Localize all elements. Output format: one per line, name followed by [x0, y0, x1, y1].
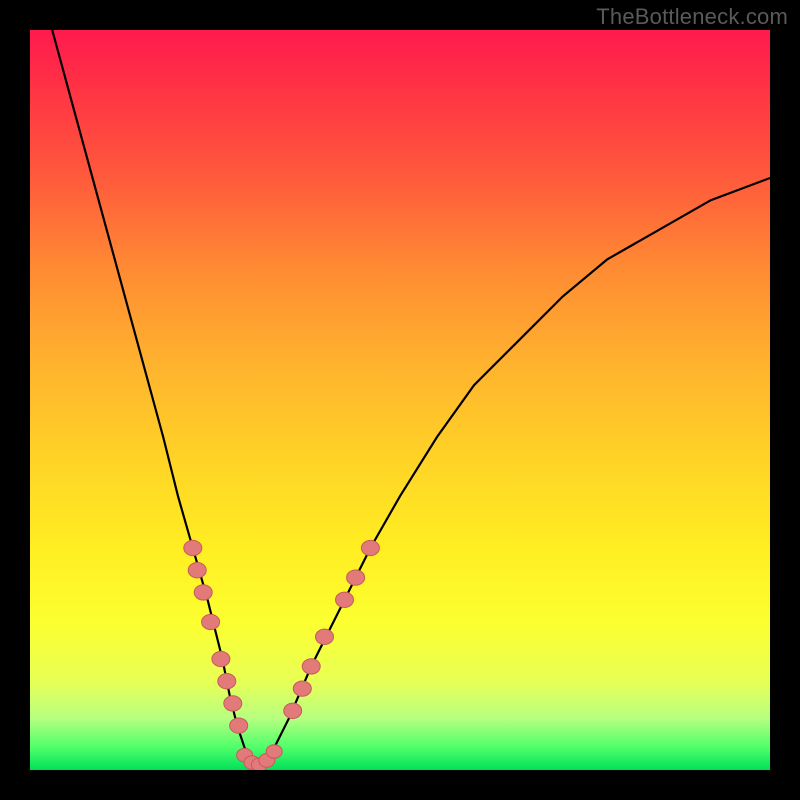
curve-marker [336, 592, 354, 607]
curve-marker [202, 614, 220, 629]
curve-marker [218, 674, 236, 689]
curve-marker [284, 703, 302, 718]
curve-marker [293, 681, 311, 696]
curve-marker [266, 745, 282, 759]
bottleneck-curve-svg [30, 30, 770, 770]
chart-plot-area [30, 30, 770, 770]
curve-marker [224, 696, 242, 711]
curve-marker [230, 718, 248, 733]
marker-cluster-bottom [237, 745, 283, 770]
bottleneck-curve [52, 30, 770, 766]
curve-marker [188, 563, 206, 578]
curve-marker [212, 651, 230, 666]
curve-marker [194, 585, 212, 600]
curve-group [52, 30, 770, 766]
marker-cluster-right [284, 540, 380, 718]
curve-marker [184, 540, 202, 555]
curve-marker [302, 659, 320, 674]
curve-marker [347, 570, 365, 585]
curve-marker [316, 629, 334, 644]
curve-marker [361, 540, 379, 555]
chart-frame: TheBottleneck.com [0, 0, 800, 800]
watermark-text: TheBottleneck.com [596, 4, 788, 30]
